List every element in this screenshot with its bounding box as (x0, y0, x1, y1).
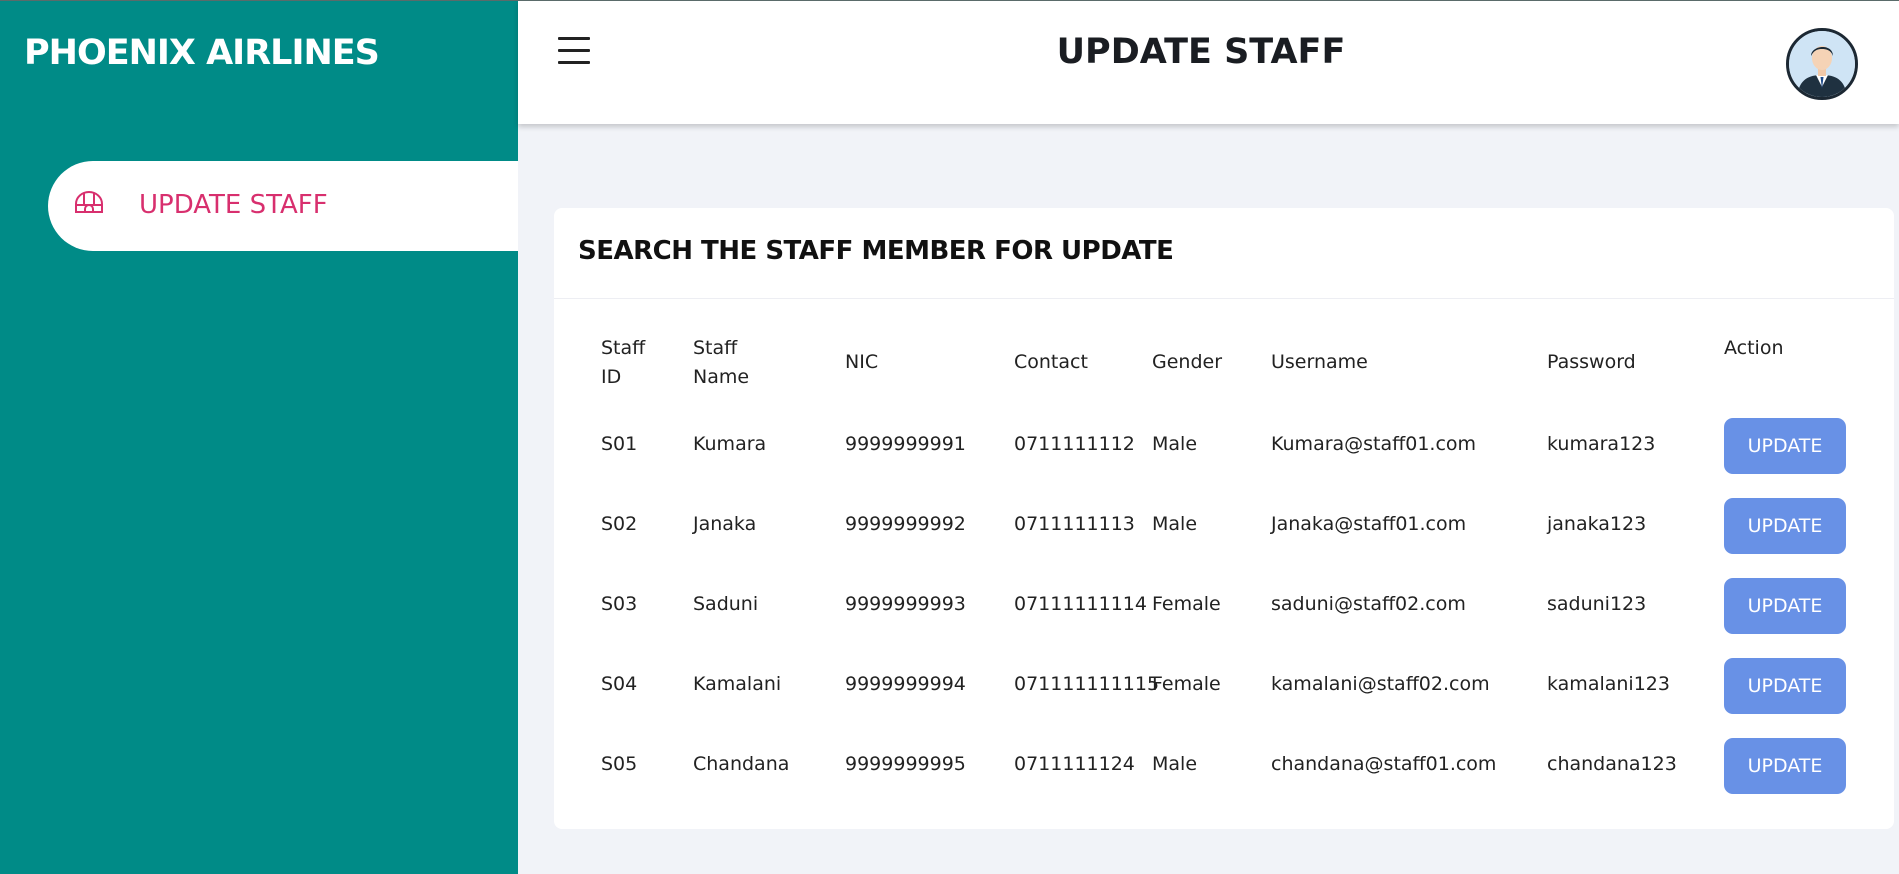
cell-gender: Female (1152, 673, 1221, 695)
cell-contact: 071111111115 (1014, 673, 1160, 695)
cell-password: kamalani123 (1547, 673, 1670, 695)
staff-search-card: SEARCH THE STAFF MEMBER FOR UPDATE Staff… (554, 208, 1894, 829)
cell-staff-id: S03 (601, 593, 638, 615)
cell-password: chandana123 (1547, 753, 1677, 775)
cell-username: Kumara@staff01.com (1271, 433, 1477, 455)
card-header: SEARCH THE STAFF MEMBER FOR UPDATE (554, 208, 1894, 299)
cell-gender: Male (1152, 513, 1198, 535)
cell-gender: Male (1152, 753, 1198, 775)
cell-username: chandana@staff01.com (1271, 753, 1497, 775)
column-header-contact: Contact (1014, 351, 1088, 373)
cell-contact: 07111111114 (1014, 593, 1147, 615)
brand-logo-text: PHOENIX AIRLINES (24, 33, 380, 73)
update-button[interactable]: UPDATE (1724, 578, 1846, 634)
cell-username: Janaka@staff01.com (1271, 513, 1467, 535)
cell-staff-name: Chandana (693, 753, 790, 775)
cell-staff-id: S05 (601, 753, 638, 775)
user-avatar-icon (1789, 31, 1855, 97)
sidebar-item-label: UPDATE STAFF (139, 190, 328, 220)
cell-staff-id: S02 (601, 513, 638, 535)
cell-staff-id: S04 (601, 673, 638, 695)
sidebar-item-update-staff[interactable]: UPDATE STAFF (48, 161, 518, 251)
cell-gender: Female (1152, 593, 1221, 615)
cell-contact: 0711111113 (1014, 513, 1135, 535)
cell-username: saduni@staff02.com (1271, 593, 1466, 615)
column-header-gender: Gender (1152, 351, 1223, 373)
update-button[interactable]: UPDATE (1724, 658, 1846, 714)
cell-password: janaka123 (1547, 513, 1647, 535)
cell-staff-name: Saduni (693, 593, 759, 615)
column-header-action: Action (1724, 337, 1784, 359)
cell-nic: 9999999994 (845, 673, 966, 695)
cell-staff-id: S01 (601, 433, 638, 455)
column-header-nic: NIC (845, 351, 879, 373)
avatar[interactable] (1786, 28, 1858, 100)
update-button[interactable]: UPDATE (1724, 738, 1846, 794)
cell-nic: 9999999993 (845, 593, 966, 615)
cell-nic: 9999999995 (845, 753, 966, 775)
cell-nic: 9999999992 (845, 513, 966, 535)
cell-username: kamalani@staff02.com (1271, 673, 1490, 695)
cell-password: saduni123 (1547, 593, 1647, 615)
cell-nic: 9999999991 (845, 433, 966, 455)
column-header-password: Password (1547, 351, 1636, 373)
cell-password: kumara123 (1547, 433, 1656, 455)
page-title: UPDATE STAFF (1056, 32, 1346, 72)
cell-staff-name: Kamalani (693, 673, 782, 695)
igloo-icon (75, 191, 103, 213)
card-title: SEARCH THE STAFF MEMBER FOR UPDATE (578, 236, 1174, 266)
cell-gender: Male (1152, 433, 1198, 455)
update-button[interactable]: UPDATE (1724, 418, 1846, 474)
top-bar: UPDATE STAFF (518, 0, 1899, 124)
update-button[interactable]: UPDATE (1724, 498, 1846, 554)
column-header-staff-id: Staff ID (601, 337, 646, 388)
cell-contact: 0711111112 (1014, 433, 1135, 455)
cell-staff-name: Kumara (693, 433, 767, 455)
cell-staff-name: Janaka (693, 513, 757, 535)
column-header-username: Username (1271, 351, 1368, 373)
column-header-staff-name: Staff Name (693, 337, 750, 388)
sidebar: PHOENIX AIRLINES UPDATE STAFF (0, 0, 518, 874)
cell-contact: 0711111124 (1014, 753, 1135, 775)
